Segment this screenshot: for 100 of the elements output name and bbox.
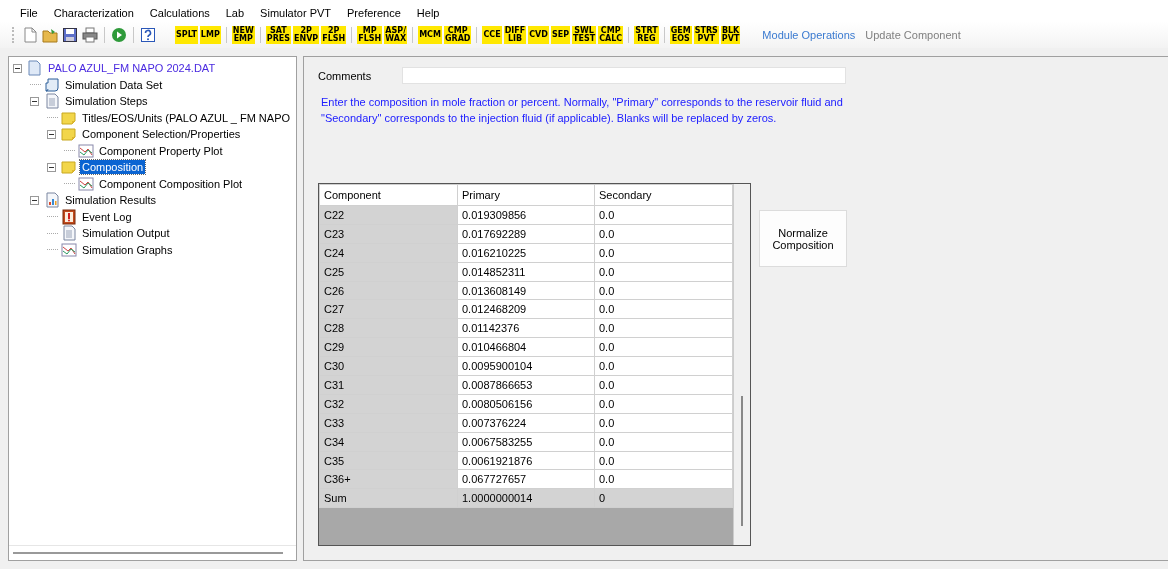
tool-button[interactable]: MP FLSH xyxy=(357,26,383,44)
tree-item[interactable]: Composition xyxy=(80,160,146,175)
tool-button[interactable]: GEM EOS xyxy=(669,26,692,44)
scrollbar-thumb[interactable] xyxy=(741,396,743,526)
tool-button[interactable]: CCE xyxy=(482,26,502,44)
tool-button[interactable]: LMP xyxy=(199,26,221,44)
tree-item[interactable]: Simulation Data Set xyxy=(63,77,165,92)
table-cell[interactable]: 0.0 xyxy=(594,451,733,470)
table-cell[interactable]: 0.0 xyxy=(594,469,733,489)
menu-item[interactable]: Simulator PVT xyxy=(252,4,340,22)
tool-button[interactable]: DIFF LIB xyxy=(503,26,527,44)
table-cell[interactable]: 0.017692289 xyxy=(457,224,595,244)
table-cell[interactable]: 0.0 xyxy=(594,375,733,395)
table-cell[interactable]: 0.0 xyxy=(594,318,733,338)
table-cell[interactable]: 0.013608149 xyxy=(457,281,595,300)
table-cell[interactable]: 0.0067583255 xyxy=(457,432,595,452)
event-log-icon xyxy=(61,208,77,225)
table-cell[interactable]: 0.0 xyxy=(594,262,733,282)
note-icon xyxy=(61,109,77,126)
tool-button[interactable]: ASP/ WAX xyxy=(384,26,408,44)
menu-item[interactable]: Lab xyxy=(217,4,253,22)
file-icon xyxy=(27,60,43,77)
tree-item[interactable]: Simulation Results xyxy=(63,193,159,208)
report-icon xyxy=(44,192,60,209)
play-icon[interactable] xyxy=(111,27,127,43)
table-cell[interactable]: 0.0061921876 xyxy=(457,451,595,470)
tool-button[interactable]: STRS PVT xyxy=(693,26,719,44)
tool-button[interactable]: NEW EMP xyxy=(231,26,255,44)
table-cell[interactable]: 0.0095900104 xyxy=(457,356,595,376)
instructions-text: Enter the composition in mole fraction or percent. Normally, "Primary" corresponds to the reservoir fluid and "Secondary" corresponds to the injection fluid (if applicable). Blanks will be replaced by zeros. xyxy=(321,95,844,126)
collapse-toggle[interactable] xyxy=(30,195,39,205)
table-cell[interactable]: 0.0080506156 xyxy=(457,394,595,414)
tool-button[interactable]: SPLT xyxy=(175,26,198,44)
table-cell[interactable]: 0.0 xyxy=(594,281,733,300)
table-cell[interactable]: 0.0 xyxy=(594,299,733,319)
note-icon xyxy=(61,159,77,176)
plot-icon xyxy=(78,175,94,192)
toolbar-link[interactable]: Module Operations xyxy=(757,29,861,41)
tool-button[interactable]: MCM xyxy=(418,26,442,44)
help-icon[interactable] xyxy=(140,27,156,43)
collapse-toggle[interactable] xyxy=(13,63,22,73)
tree-item[interactable]: Component Selection/Properties xyxy=(80,127,243,142)
tree-item[interactable]: Titles/EOS/Units (PALO AZUL _ FM NAPO xyxy=(80,110,293,125)
table-cell[interactable]: 0.012468209 xyxy=(457,299,595,319)
note-icon xyxy=(61,126,77,143)
tool-button[interactable]: CMP GRAD xyxy=(443,26,472,44)
table-cell[interactable]: 0.016210225 xyxy=(457,243,595,263)
table-cell[interactable]: 0.007376224 xyxy=(457,413,595,433)
menu-item[interactable]: File xyxy=(12,4,46,22)
table-cell[interactable]: 0.0 xyxy=(594,224,733,244)
table-cell[interactable]: 0.0 xyxy=(594,394,733,414)
tool-button[interactable]: 2P FLSH xyxy=(321,26,347,44)
column-header[interactable]: Primary xyxy=(457,184,595,206)
plot-icon xyxy=(78,142,94,159)
tool-button[interactable]: CMP CALC xyxy=(598,26,624,44)
tool-button[interactable]: 2P ENVP xyxy=(293,26,320,44)
table-cell[interactable]: 0.01142376 xyxy=(457,318,595,338)
document-icon xyxy=(44,93,60,110)
table-cell[interactable]: 0.0087866653 xyxy=(457,375,595,395)
table-cell[interactable]: 0.067727657 xyxy=(457,469,595,489)
scrollbar-thumb[interactable] xyxy=(13,552,283,554)
table-cell[interactable]: 0.0 xyxy=(594,413,733,433)
field-label: Comments xyxy=(318,69,373,82)
tree-item[interactable]: Component Property Plot xyxy=(97,143,225,158)
save-icon[interactable] xyxy=(62,27,78,43)
normalize-button[interactable]: Normalize Composition xyxy=(759,210,847,267)
tool-button[interactable]: CVD xyxy=(528,26,549,44)
collapse-toggle[interactable] xyxy=(30,96,39,106)
tool-button[interactable]: BLK PVT xyxy=(720,26,741,44)
tree-item[interactable]: PALO AZUL_FM NAPO 2024.DAT xyxy=(46,61,218,76)
menu-item[interactable]: Calculations xyxy=(141,4,218,22)
table-cell[interactable]: 0.019309856 xyxy=(457,205,595,225)
tree-item[interactable]: Simulation Steps xyxy=(63,94,150,109)
plot-icon xyxy=(61,241,77,258)
column-header[interactable]: Secondary xyxy=(594,184,733,206)
scroll-icon xyxy=(44,76,60,93)
menu-item[interactable]: Preference xyxy=(339,4,409,22)
collapse-toggle[interactable] xyxy=(47,129,56,139)
table-cell[interactable]: 0.014852311 xyxy=(457,262,595,282)
menu-item[interactable]: Characterization xyxy=(45,4,142,22)
collapse-toggle[interactable] xyxy=(47,162,56,172)
tree-item[interactable]: Event Log xyxy=(80,209,134,224)
comments-field[interactable] xyxy=(402,67,846,84)
tool-button[interactable]: STRT REG xyxy=(634,26,659,44)
tree-item[interactable]: Component Composition Plot xyxy=(97,176,245,191)
table-cell[interactable]: 0.0 xyxy=(594,205,733,225)
tool-button[interactable]: SEP xyxy=(550,26,571,44)
tool-button[interactable]: SWL TEST xyxy=(572,26,597,44)
table-cell[interactable]: 0.0 xyxy=(594,356,733,376)
table-cell[interactable]: 0.0 xyxy=(594,337,733,357)
printer-icon[interactable] xyxy=(82,27,98,43)
tree-item[interactable]: Simulation Graphs xyxy=(80,242,175,257)
document-icon xyxy=(61,225,77,242)
tree-item[interactable]: Simulation Output xyxy=(80,226,172,241)
column-header[interactable]: Component xyxy=(319,184,458,206)
tool-button[interactable]: SAT PRES xyxy=(265,26,291,44)
table-cell[interactable]: 0.0 xyxy=(594,432,733,452)
table-cell[interactable]: 0.010466804 xyxy=(457,337,595,357)
table-cell[interactable]: 0.0 xyxy=(594,243,733,263)
menu-item[interactable]: Help xyxy=(408,4,448,22)
